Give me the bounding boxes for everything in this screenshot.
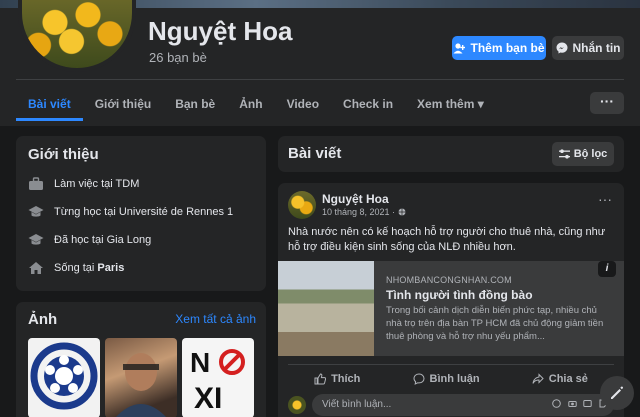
profile-name: Nguyệt Hoa — [148, 16, 293, 46]
photos-title: Ảnh — [28, 311, 58, 328]
posts-header: Bài viết Bộ lọc — [278, 136, 624, 172]
tab-photos[interactable]: Ảnh — [227, 91, 274, 121]
tab-friends[interactable]: Bạn bè — [163, 91, 227, 121]
post-card: Nguyệt Hoa 10 tháng 8, 2021 · ··· Nhà nư… — [278, 183, 624, 417]
filter-button[interactable]: Bộ lọc — [552, 142, 614, 166]
tab-videos[interactable]: Video — [275, 91, 331, 121]
graduation-cap-icon — [28, 206, 44, 217]
share-button[interactable]: Chia sẻ — [532, 373, 588, 385]
intro-item-studied: Từng học tại Université de Rennes 1 — [28, 205, 233, 219]
home-icon — [29, 262, 43, 274]
filter-icon — [558, 149, 570, 159]
graduation-cap-icon — [28, 234, 44, 245]
intro-card: Giới thiệu Làm việc tại TDM Từng học tại… — [16, 136, 266, 291]
add-friend-icon — [453, 42, 466, 53]
add-friend-label: Thêm bạn bè — [470, 41, 545, 55]
svg-text:XI: XI — [194, 382, 222, 415]
filter-label: Bộ lọc — [573, 148, 608, 160]
post-author-avatar[interactable] — [288, 191, 316, 219]
like-label: Thích — [331, 373, 361, 385]
intro-item-lives: Sống tại Paris — [28, 261, 124, 275]
profile-header: Nguyệt Hoa 26 bạn bè Thêm bạn bè Nhắn ti… — [0, 0, 640, 126]
post-body: Nhà nước nên có kế hoạch hỗ trợ người ch… — [288, 226, 606, 253]
messenger-icon — [556, 42, 567, 54]
tab-about[interactable]: Giới thiệu — [83, 91, 164, 121]
intro-lives-prefix: Sống tại — [54, 262, 98, 274]
comment-input[interactable]: Viết bình luận... — [312, 394, 614, 416]
photos-card: Ảnh Xem tất cả ảnh N XI — [16, 302, 266, 417]
no-xi-poster-image: N XI — [190, 347, 245, 415]
intro-studied-text: Từng học tại Université de Rennes 1 — [54, 206, 234, 218]
message-button[interactable]: Nhắn tin — [552, 36, 624, 60]
posts-title: Bài viết — [288, 145, 342, 162]
gif-icon — [583, 400, 593, 407]
intro-item-school: Đã học tại Gia Long — [28, 233, 151, 247]
globe-icon — [398, 208, 406, 216]
comment-label: Bình luận — [429, 373, 480, 385]
add-friend-button[interactable]: Thêm bạn bè — [452, 36, 546, 60]
camera-icon — [568, 401, 577, 407]
intro-work-text: Làm việc tại TDM — [54, 178, 140, 190]
photo-thumbnail[interactable]: N XI — [182, 338, 254, 417]
message-label: Nhắn tin — [572, 41, 621, 55]
briefcase-icon — [29, 177, 43, 190]
comment-composer: Viết bình luận... — [288, 394, 614, 416]
viewer-avatar — [288, 396, 306, 414]
tab-check-ins[interactable]: Check in — [331, 91, 405, 121]
like-button[interactable]: Thích — [314, 373, 360, 385]
header-divider — [16, 79, 624, 80]
share-label: Chia sẻ — [548, 373, 588, 385]
svg-text:N: N — [190, 347, 210, 378]
link-description: Trong bối cảnh dịch diễn biến phức tạp, … — [386, 305, 604, 342]
link-preview-image — [278, 261, 374, 356]
more-options-button[interactable]: ··· — [590, 92, 624, 114]
comment-button[interactable]: Bình luận — [413, 373, 480, 385]
link-title: Tình người tình đồng bào — [386, 288, 533, 302]
photo-thumbnail[interactable] — [105, 338, 177, 417]
tab-see-more[interactable]: Xem thêm ▾ — [405, 91, 496, 121]
post-options-button[interactable]: ··· — [598, 191, 612, 207]
portrait-image — [116, 353, 166, 417]
post-actions-bar: Thích Bình luận Chia sẻ — [288, 364, 614, 385]
comment-icon — [413, 373, 425, 385]
intro-school-text: Đã học tại Gia Long — [54, 234, 152, 246]
share-icon — [532, 373, 544, 384]
brotherhood-logo-image — [30, 342, 98, 410]
friend-count[interactable]: 26 bạn bè — [149, 50, 207, 65]
link-site: NHOMBANCONGNHAN.COM — [386, 275, 512, 285]
tab-posts[interactable]: Bài viết — [16, 91, 83, 121]
intro-lives-city[interactable]: Paris — [97, 262, 124, 274]
intro-title: Giới thiệu — [28, 146, 99, 163]
comment-placeholder: Viết bình luận... — [322, 399, 392, 410]
post-timestamp[interactable]: 10 tháng 8, 2021 · — [322, 207, 406, 217]
intro-lives-text: Sống tại Paris — [54, 262, 124, 274]
photo-thumbnail[interactable] — [28, 338, 100, 417]
emoji-icon — [552, 399, 562, 408]
profile-tabs: Bài viết Giới thiệu Bạn bè Ảnh Video Che… — [16, 91, 496, 121]
profile-avatar[interactable] — [18, 0, 136, 72]
post-time-text: 10 tháng 8, 2021 · — [322, 207, 398, 217]
new-message-button[interactable] — [600, 376, 634, 410]
see-all-photos-link[interactable]: Xem tất cả ảnh — [175, 312, 256, 326]
intro-item-work: Làm việc tại TDM — [28, 177, 139, 191]
info-icon[interactable]: i — [598, 261, 616, 277]
thumbs-up-icon — [314, 373, 327, 385]
post-author-name[interactable]: Nguyệt Hoa — [322, 192, 389, 206]
compose-icon — [611, 386, 624, 399]
link-preview[interactable]: NHOMBANCONGNHAN.COM Tình người tình đồng… — [278, 261, 624, 356]
